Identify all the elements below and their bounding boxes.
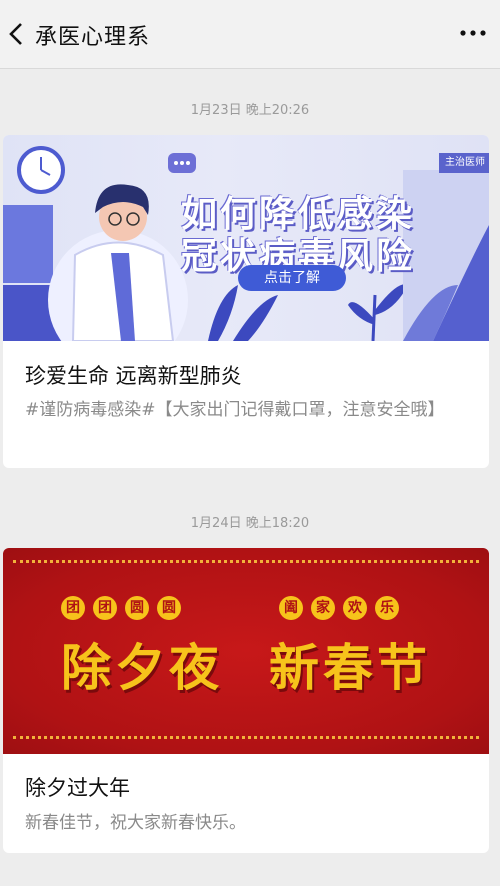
message-timestamp: 1月23日 晚上20:26 (190, 103, 310, 118)
message-timestamp: 1月24日 晚上18:20 (190, 516, 310, 531)
decorative-dotted-border (13, 736, 479, 739)
cover-big-text-right: 新春节 (269, 639, 431, 697)
article-description: #谨防病毒感染#【大家出门记得戴口罩，注意安全哦】 (25, 400, 445, 420)
more-options-icon[interactable] (460, 28, 486, 38)
badge-row-right: 阖家欢乐 (279, 596, 407, 620)
cover-learn-more-button: 点击了解 (238, 265, 346, 291)
badge-char: 团 (93, 596, 117, 620)
article-cover-image: 如何降低感染 冠状病毒风险 点击了解 主治医师 (3, 135, 489, 341)
badge-char: 圆 (125, 596, 149, 620)
article-description: 新春佳节，祝大家新春快乐。 (25, 813, 246, 833)
badge-row-left: 团团圆圆 (61, 596, 189, 620)
badge-char: 欢 (343, 596, 367, 620)
cover-tag: 主治医师 (439, 153, 489, 173)
navigation-bar: 承医心理系 (0, 0, 500, 69)
article-card[interactable]: 如何降低感染 冠状病毒风险 点击了解 主治医师 珍爱生命 远离新型肺炎 #谨防病… (3, 135, 489, 468)
article-title: 除夕过大年 (25, 776, 130, 800)
badge-char: 阖 (279, 596, 303, 620)
decorative-dotted-border (13, 560, 479, 563)
cover-big-text-left: 除夕夜 (61, 639, 223, 697)
badge-char: 乐 (375, 596, 399, 620)
page-title: 承医心理系 (35, 25, 151, 50)
article-card[interactable]: 团团圆圆 阖家欢乐 除夕夜 新春节 除夕过大年 新春佳节，祝大家新春快乐。 (3, 548, 489, 853)
back-chevron-icon[interactable] (6, 22, 28, 46)
badge-char: 圆 (157, 596, 181, 620)
article-cover-image: 团团圆圆 阖家欢乐 除夕夜 新春节 (3, 548, 489, 754)
badge-char: 团 (61, 596, 85, 620)
article-title: 珍爱生命 远离新型肺炎 (25, 364, 242, 388)
badge-char: 家 (311, 596, 335, 620)
